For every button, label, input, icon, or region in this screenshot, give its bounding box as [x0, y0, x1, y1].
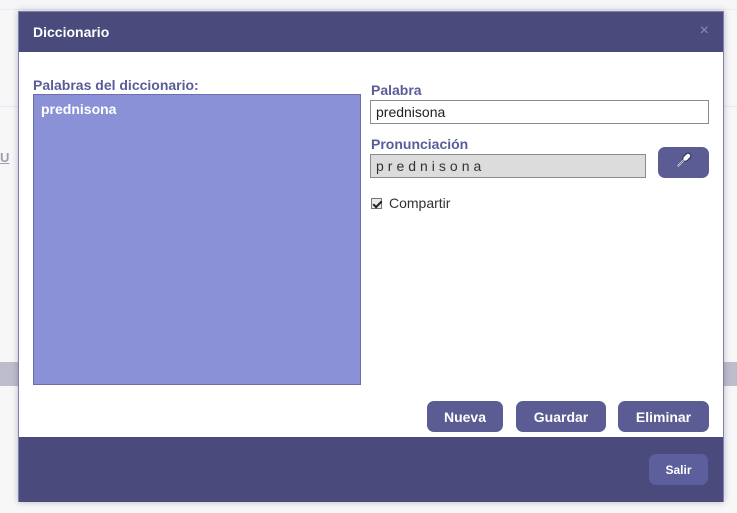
share-option: Compartir [371, 195, 450, 211]
pronunciation-field-label: Pronunciación [371, 136, 469, 152]
word-input[interactable] [370, 100, 709, 124]
microphone-icon [674, 150, 694, 175]
word-list-label: Palabras del diccionario: [33, 77, 199, 93]
share-checkbox[interactable] [371, 197, 382, 209]
dialog-title: Diccionario [33, 24, 110, 40]
exit-button[interactable]: Salir [649, 454, 708, 485]
dictionary-dialog: Diccionario × Palabras del diccionario: … [18, 11, 724, 502]
close-icon[interactable]: × [700, 22, 709, 40]
save-button[interactable]: Guardar [516, 401, 606, 432]
record-pronunciation-button[interactable] [658, 147, 709, 178]
dialog-footer: Salir [19, 437, 723, 502]
word-field-label: Palabra [371, 82, 422, 98]
share-label: Compartir [389, 195, 451, 211]
delete-button[interactable]: Eliminar [618, 401, 709, 432]
word-list[interactable]: prednisona [33, 94, 361, 385]
dialog-header: Diccionario × [19, 12, 723, 52]
pronunciation-input[interactable] [370, 154, 646, 178]
list-item[interactable]: prednisona [34, 95, 360, 123]
new-word-button[interactable]: Nueva [427, 401, 503, 432]
